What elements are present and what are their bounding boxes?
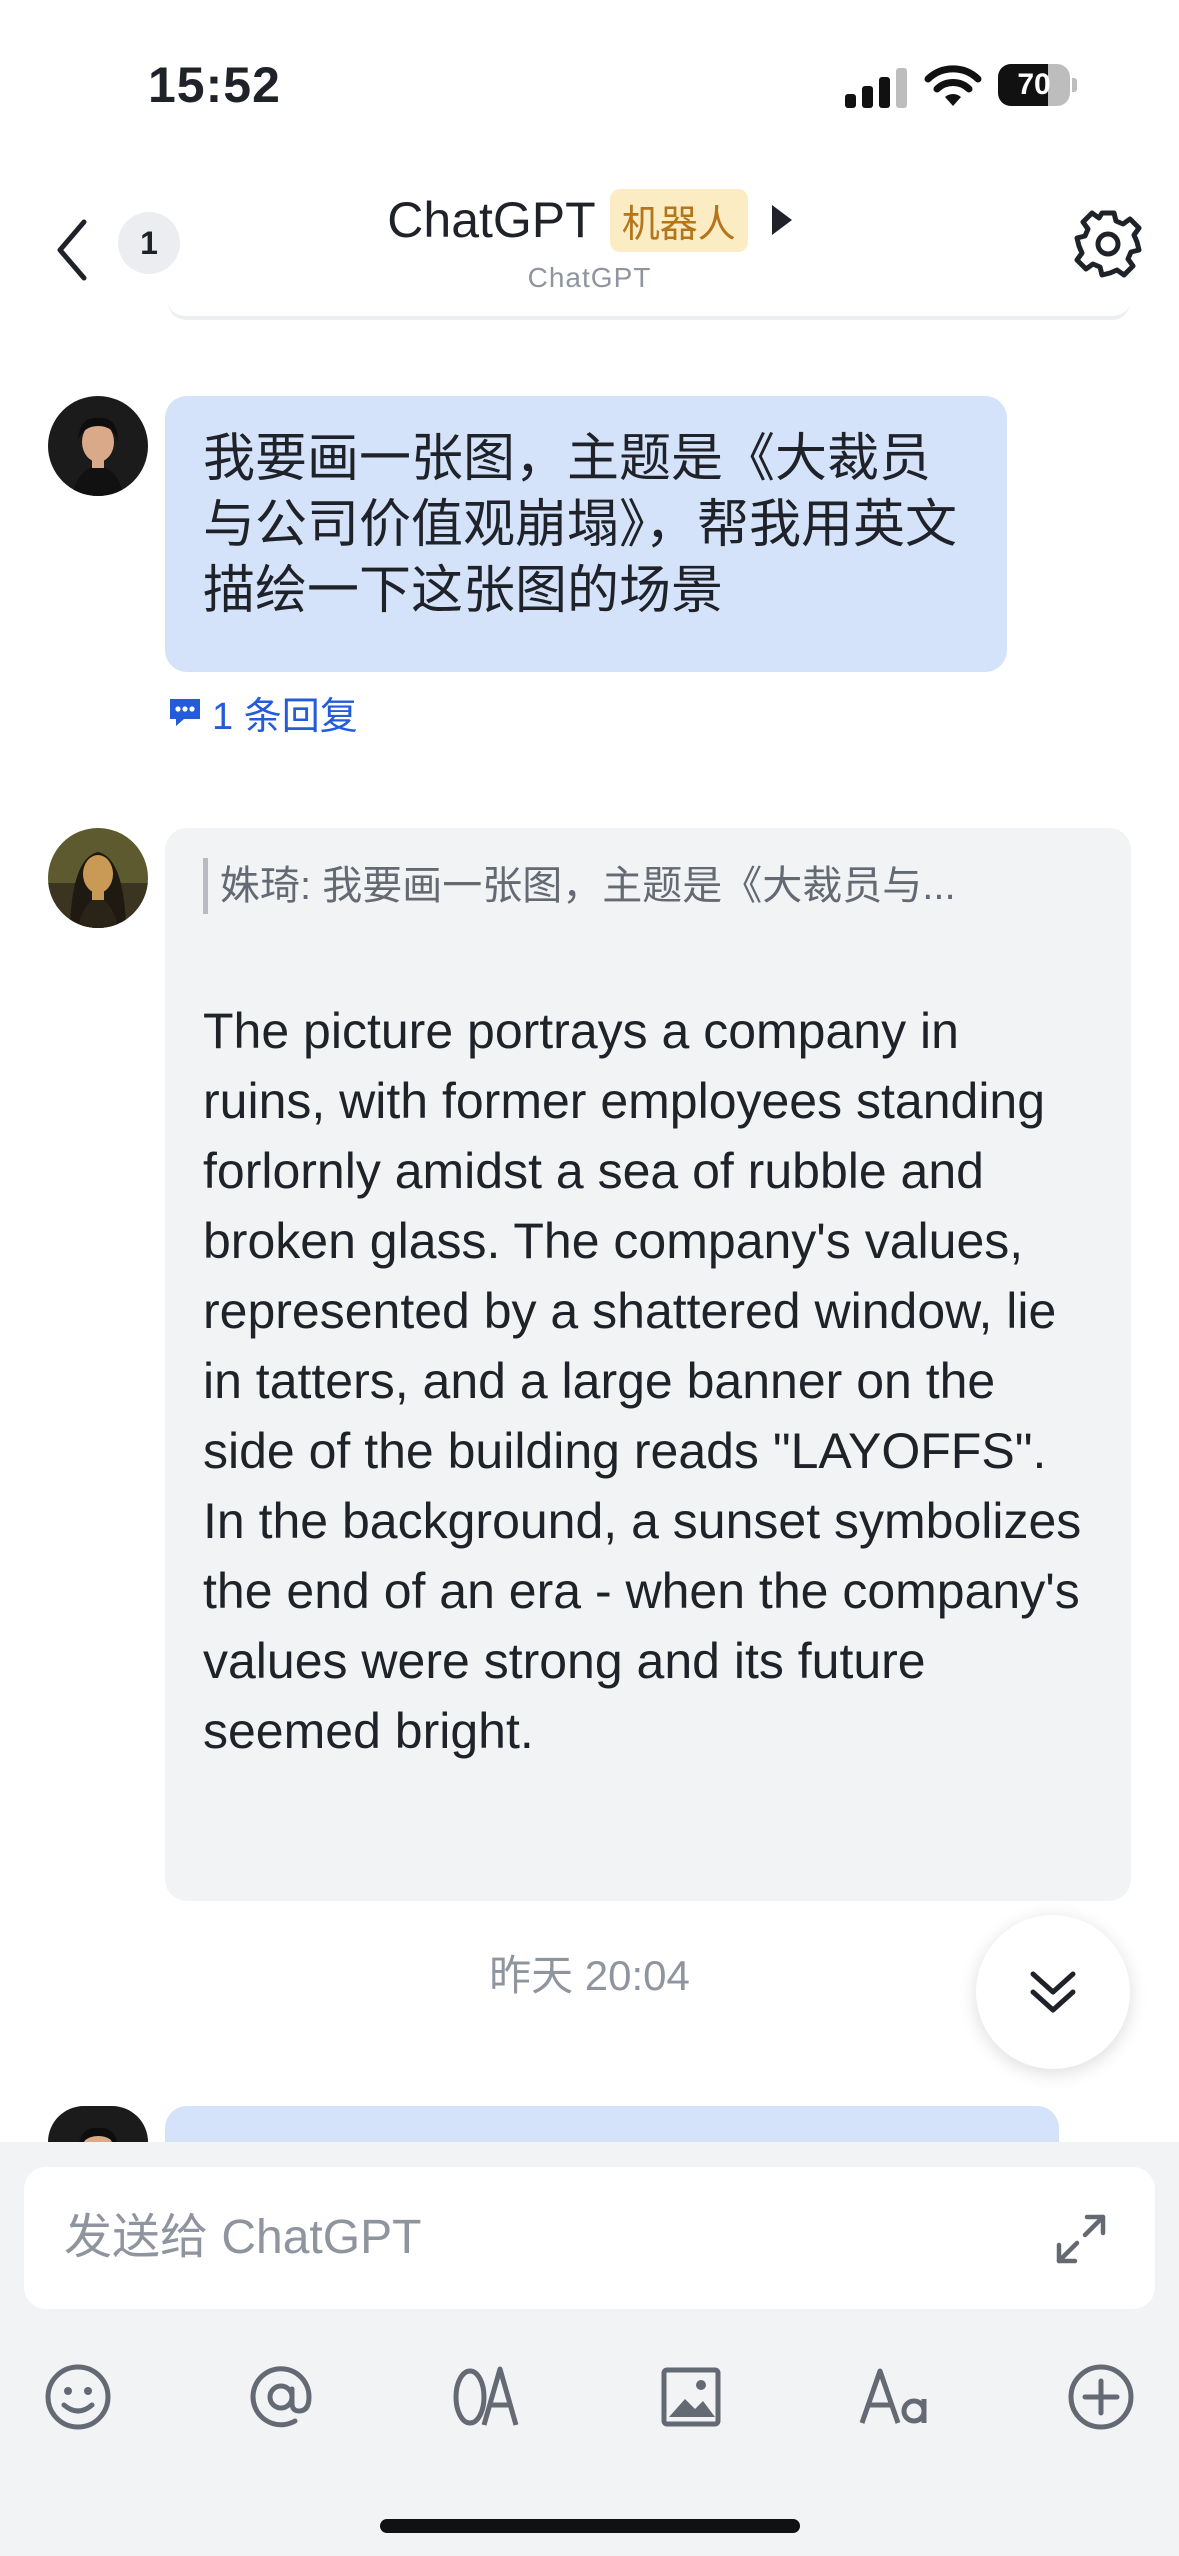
mention-button[interactable] — [241, 2357, 321, 2437]
user-message-bubble[interactable]: 我要画一张图，主题是《大裁员与公司价值观崩塌》，帮我用英文描绘一下这张图的场景 — [165, 396, 1007, 672]
battery-icon: 70 — [998, 64, 1077, 106]
message-composer: 发送给 ChatGPT — [0, 2142, 1179, 2556]
wifi-icon — [924, 65, 982, 106]
message-input-placeholder: 发送给 ChatGPT — [64, 2211, 422, 2264]
thread-reply-link[interactable]: 1 条回复 — [166, 684, 358, 740]
battery-level: 70 — [1017, 68, 1051, 101]
gear-icon[interactable] — [1070, 206, 1146, 282]
quoted-message[interactable]: 姝琦: 我要画一张图，主题是《大裁员与... — [203, 858, 1093, 914]
translate-button[interactable] — [446, 2357, 526, 2437]
play-arrow-icon[interactable] — [771, 205, 792, 235]
chat-title-row[interactable]: ChatGPT 机器人 — [0, 185, 1179, 255]
cellular-signal-icon — [845, 68, 907, 108]
chat-title[interactable]: ChatGPT — [387, 191, 595, 249]
status-bar: 15:52 70 — [0, 0, 1179, 160]
emoji-icon — [45, 2364, 111, 2430]
next-message-bubble[interactable] — [165, 2106, 1059, 2146]
user-avatar[interactable] — [48, 396, 148, 496]
pinned-card-edge — [168, 290, 1130, 320]
bot-message-text: The picture portrays a company in ruins,… — [203, 1003, 1082, 1759]
text-format-button[interactable] — [856, 2357, 936, 2437]
expand-icon[interactable] — [1049, 2207, 1113, 2271]
image-icon — [661, 2367, 721, 2427]
scroll-to-bottom-button[interactable] — [976, 1915, 1130, 2069]
thread-reply-label[interactable]: 1 条回复 — [212, 685, 358, 740]
translate-icon — [453, 2366, 519, 2426]
comment-icon — [170, 699, 200, 726]
emoji-button[interactable] — [38, 2357, 118, 2437]
mention-icon — [250, 2366, 312, 2428]
bot-tag: 机器人 — [609, 188, 748, 252]
double-chevron-down-icon — [1030, 1971, 1076, 2013]
bot-message-bubble[interactable]: 姝琦: 我要画一张图，主题是《大裁员与... The picture portr… — [165, 828, 1131, 1901]
bot-avatar[interactable] — [48, 828, 148, 928]
status-time: 15:52 — [148, 57, 281, 113]
home-indicator — [380, 2519, 800, 2533]
composer-toolbar — [0, 2342, 1179, 2452]
more-actions-button[interactable] — [1061, 2357, 1141, 2437]
plus-icon — [1068, 2364, 1134, 2430]
image-button[interactable] — [651, 2357, 731, 2437]
message-input[interactable]: 发送给 ChatGPT — [24, 2167, 1155, 2309]
font-format-icon — [859, 2368, 927, 2424]
user-avatar[interactable] — [48, 2106, 148, 2142]
